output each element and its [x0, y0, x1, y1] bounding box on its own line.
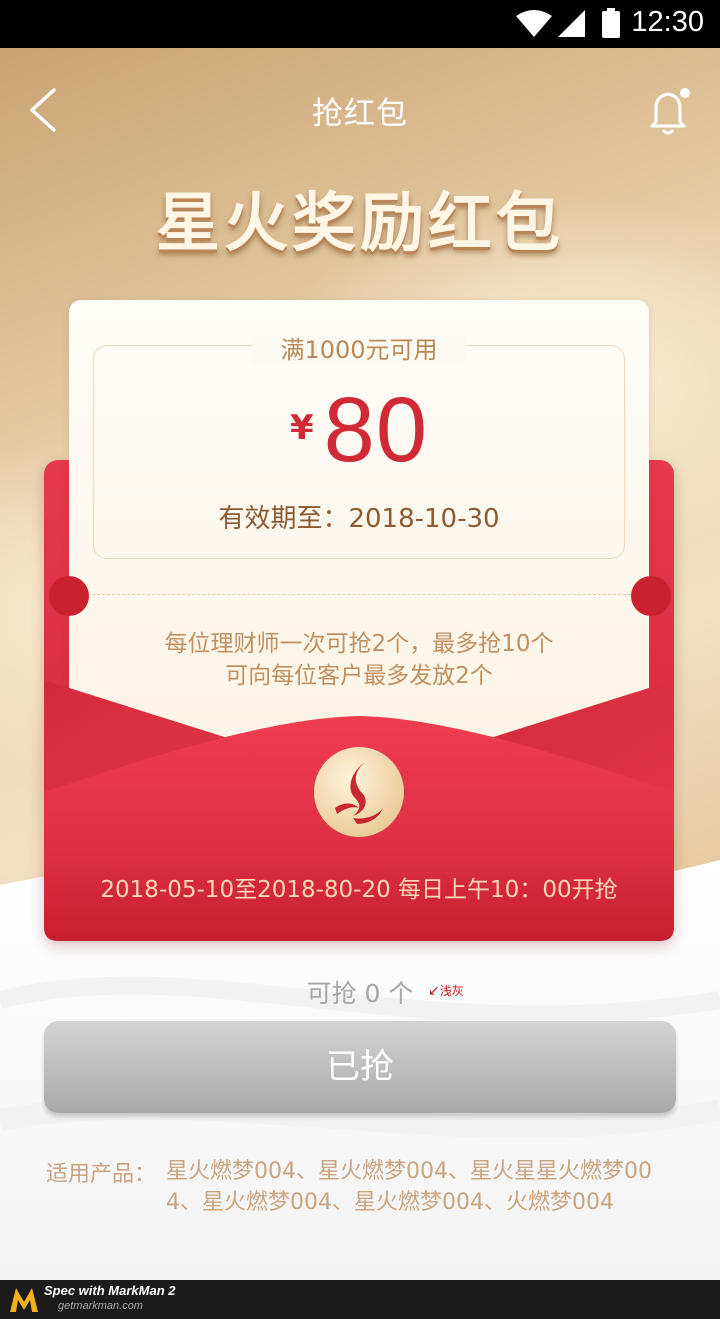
hero-title: 星火奖励红包 [156, 187, 564, 261]
products-label: 适用产品： [46, 1162, 157, 1187]
coupon-valid-date: 有效期至：2018-10-30 [218, 504, 500, 534]
bell-icon[interactable] [646, 86, 694, 138]
coupon-condition: 满1000元可用 [252, 336, 466, 364]
arrow-icon: ↙ [428, 983, 440, 999]
markman-logo-icon [10, 1288, 38, 1312]
card-notch-right [631, 576, 671, 616]
annotation-note: 浅灰 [439, 984, 464, 998]
card-notch-left [49, 576, 89, 616]
coupon-amount-row: ¥80 [69, 378, 649, 483]
watermark-url: getmarkman.com [58, 1300, 143, 1312]
dashed-divider [87, 594, 631, 595]
markman-watermark: Spec with MarkMan 2 getmarkman.com [0, 1280, 720, 1319]
currency-symbol: ¥ [289, 408, 314, 448]
remaining-count: 可抢 0 个 [306, 979, 414, 1008]
brand-logo-icon [314, 747, 404, 837]
grab-period: 2018-05-10至2018-80-20 每日上午10：00开抢 [100, 877, 618, 903]
coupon-amount: 80 [323, 379, 428, 481]
grabbed-button[interactable]: 已抢 [44, 1021, 676, 1113]
rule-line-1: 每位理财师一次可抢2个，最多抢10个 [164, 631, 554, 657]
products-list: 星火燃梦004、星火燃梦004、星火星星火燃梦004、星火燃梦004、星火燃梦0… [166, 1159, 652, 1215]
page-title: 抢红包 [312, 96, 408, 132]
watermark-brand: Spec with MarkMan 2 [44, 1283, 176, 1298]
